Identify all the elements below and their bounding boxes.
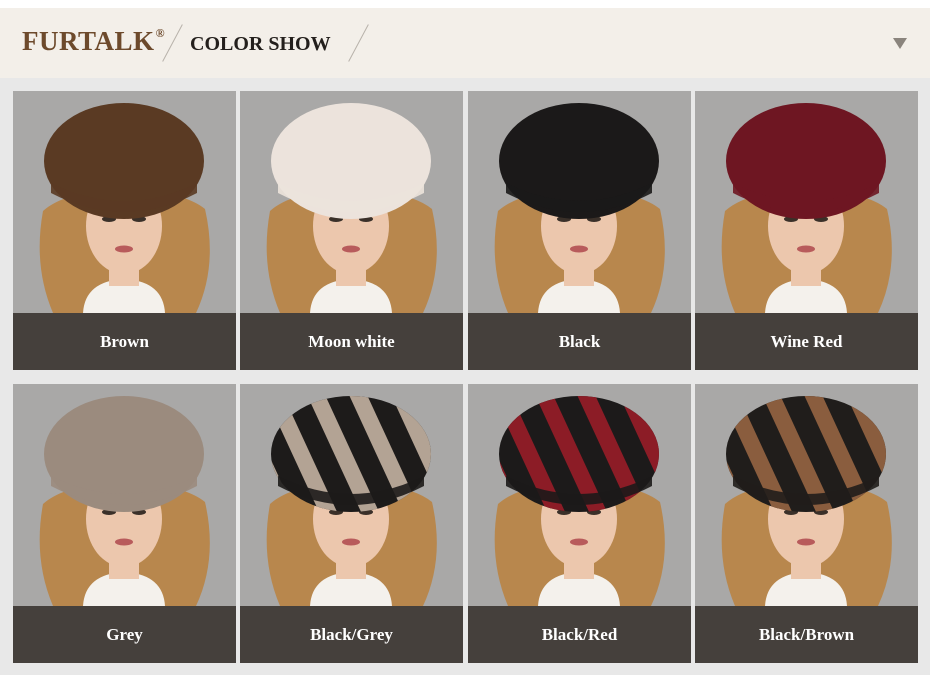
color-label: Wine Red xyxy=(695,313,918,370)
color-label: Black xyxy=(468,313,691,370)
product-photo xyxy=(13,384,236,606)
product-photo xyxy=(695,384,918,606)
header-bar: FURTALK® COLOR SHOW xyxy=(0,8,930,78)
registered-mark: ® xyxy=(155,26,166,40)
product-card[interactable]: Grey xyxy=(13,384,236,663)
product-card[interactable]: Black/Red xyxy=(468,384,691,663)
color-label: Moon white xyxy=(240,313,463,370)
product-card[interactable]: Moon white xyxy=(240,91,463,370)
color-label: Black/Red xyxy=(468,606,691,663)
product-photo xyxy=(468,91,691,313)
product-card[interactable]: Black/Grey xyxy=(240,384,463,663)
brand-logo: FURTALK® xyxy=(22,26,165,57)
color-label: Black/Grey xyxy=(240,606,463,663)
brand-name: FURTALK xyxy=(22,26,155,56)
product-card[interactable]: Black/Brown xyxy=(695,384,918,663)
triangle-down-icon[interactable] xyxy=(893,38,907,49)
divider-slash xyxy=(162,24,183,62)
product-photo xyxy=(468,384,691,606)
product-photo xyxy=(240,384,463,606)
color-label: Black/Brown xyxy=(695,606,918,663)
product-photo xyxy=(13,91,236,313)
color-label: Brown xyxy=(13,313,236,370)
divider-slash xyxy=(348,24,369,62)
product-photo xyxy=(695,91,918,313)
color-label: Grey xyxy=(13,606,236,663)
product-card[interactable]: Brown xyxy=(13,91,236,370)
product-card[interactable]: Black xyxy=(468,91,691,370)
product-photo xyxy=(240,91,463,313)
product-card[interactable]: Wine Red xyxy=(695,91,918,370)
section-title: COLOR SHOW xyxy=(190,33,331,55)
